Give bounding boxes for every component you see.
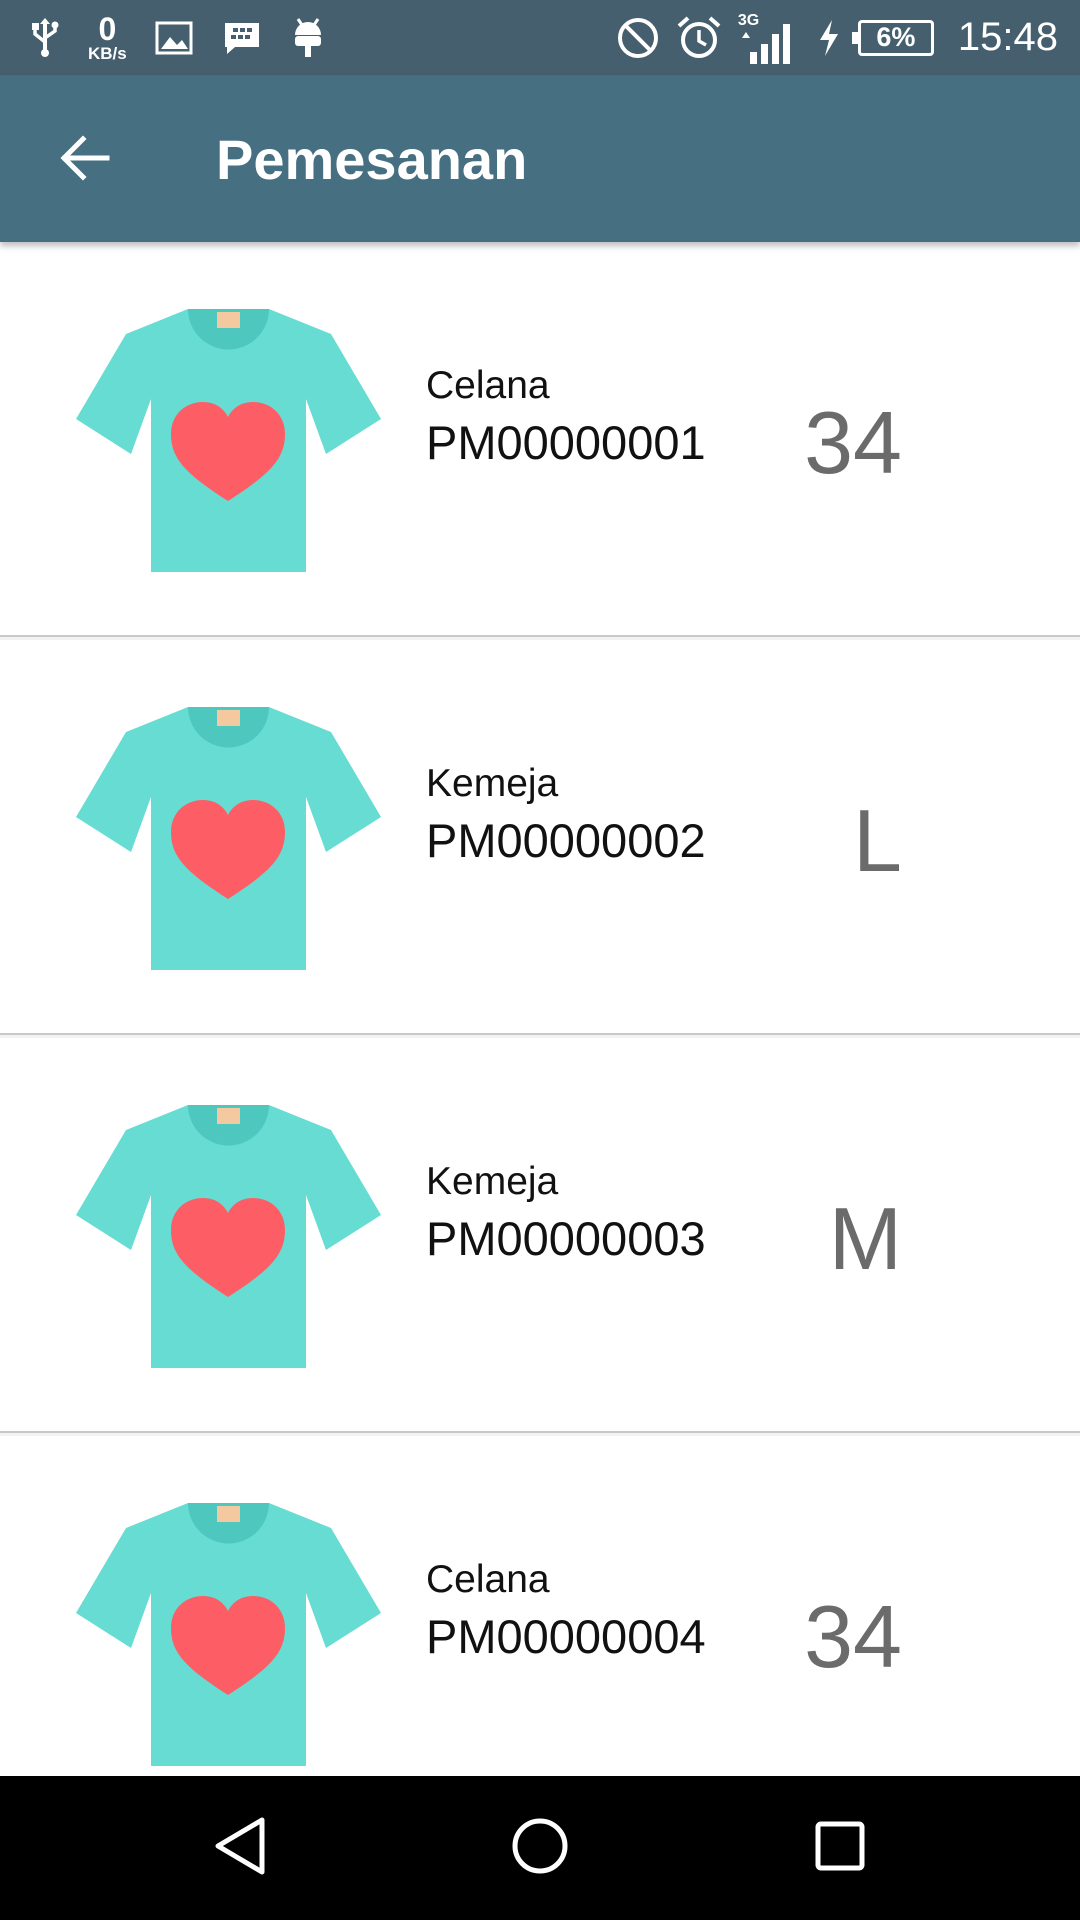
order-size: 34: [804, 1587, 902, 1686]
signal-3g-icon: 3G: [738, 8, 800, 68]
net-speed: 0 KB/s: [88, 13, 127, 62]
tshirt-heart-icon: [76, 707, 381, 970]
order-list: Celana PM00000001 34 Kemeja PM00000002 L…: [0, 242, 1080, 1776]
arrow-left-icon: [59, 134, 111, 187]
order-item-name: Kemeja: [426, 1160, 559, 1203]
order-card[interactable]: Kemeja PM00000002 L: [0, 640, 1080, 1035]
order-size: 34: [804, 393, 902, 492]
order-code: PM00000002: [426, 814, 706, 867]
order-size: M: [828, 1189, 902, 1288]
charging-icon: [816, 18, 842, 58]
alarm-icon: [676, 15, 722, 61]
order-card[interactable]: Celana PM00000004 34: [0, 1436, 1080, 1776]
tshirt-heart-icon: [76, 1105, 381, 1368]
do-not-disturb-icon: [616, 16, 660, 60]
order-item-name: Kemeja: [426, 762, 559, 805]
tshirt-heart-icon: [76, 309, 381, 572]
status-bar: 0 KB/s 3G 6% 15:48: [0, 0, 1080, 75]
order-size: L: [853, 791, 902, 890]
back-triangle-icon: [212, 1816, 268, 1881]
order-card[interactable]: Celana PM00000001 34: [0, 242, 1080, 637]
order-code: PM00000001: [426, 416, 706, 469]
nav-home-button[interactable]: [504, 1812, 576, 1884]
battery-icon: 6%: [851, 19, 934, 56]
battery-percent: 6%: [876, 22, 916, 52]
nav-back-button[interactable]: [204, 1812, 276, 1884]
order-item-name: Celana: [426, 1558, 550, 1601]
system-nav-bar: [0, 1776, 1080, 1920]
nav-recents-button[interactable]: [804, 1812, 876, 1884]
clock: 15:48: [957, 15, 1058, 59]
order-code: PM00000004: [426, 1610, 706, 1663]
bbm-icon: [221, 19, 263, 57]
order-item-name: Celana: [426, 364, 550, 407]
tshirt-heart-icon: [76, 1503, 381, 1766]
usb-icon: [30, 17, 60, 58]
order-code: PM00000003: [426, 1212, 706, 1265]
recents-square-icon: [813, 1819, 867, 1878]
page-title: Pemesanan: [216, 128, 528, 191]
android-icon: [291, 17, 325, 59]
net-speed-value: 0: [98, 11, 117, 47]
image-icon: [155, 21, 193, 55]
app-bar: Pemesanan: [0, 75, 1080, 242]
home-circle-icon: [510, 1816, 570, 1881]
net-speed-unit: KB/s: [88, 44, 127, 63]
back-button[interactable]: [50, 125, 120, 195]
network-type: 3G: [737, 11, 760, 29]
order-card[interactable]: Kemeja PM00000003 M: [0, 1038, 1080, 1433]
